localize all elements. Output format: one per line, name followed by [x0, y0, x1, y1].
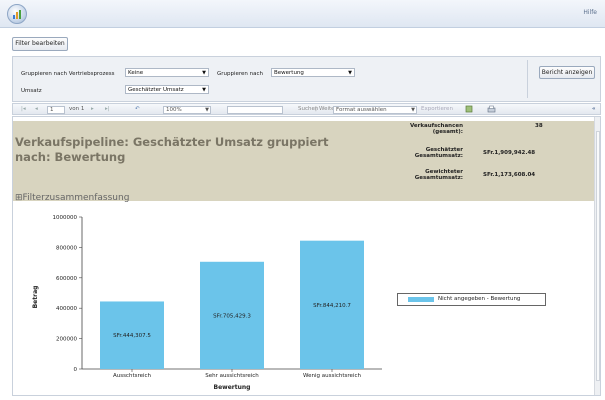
chart-legend: Nicht angegeben - Bewertung	[397, 293, 546, 306]
chevron-down-icon: ▼	[348, 70, 352, 76]
legend-swatch	[408, 297, 434, 302]
show-report-button[interactable]: Bericht anzeigen	[539, 66, 595, 79]
kpi-value: SFr.1,909,942.48	[483, 150, 536, 156]
kpi-value: 38	[535, 123, 543, 129]
filter-summary-toggle[interactable]: ⊞Filterzusammenfassung	[15, 193, 129, 203]
last-page-button[interactable]: ▸|	[105, 106, 110, 113]
next-page-button[interactable]: ▸	[91, 106, 94, 113]
legend-label: Nicht angegeben - Bewertung	[438, 296, 521, 302]
revenue-select[interactable]: Geschätzter Umsatz ▼	[125, 85, 209, 94]
chevron-down-icon: ▼	[411, 107, 415, 113]
revenue-value: Geschätzter Umsatz	[128, 87, 184, 93]
first-page-button[interactable]: |◂	[21, 106, 26, 113]
filter-bar: Filter bearbeiten	[0, 28, 605, 56]
separator: |	[315, 106, 317, 112]
vertical-scrollbar[interactable]	[594, 117, 600, 395]
scrollbar-thumb[interactable]	[596, 131, 600, 381]
group-by-value: Bewertung	[274, 70, 304, 76]
group-by-process-select[interactable]: Keine ▼	[125, 68, 209, 77]
kpi-value: SFr.1,173,608.04	[483, 172, 536, 178]
print-icon[interactable]	[487, 105, 496, 116]
export-format-select[interactable]: Format auswählen ▼	[333, 106, 417, 114]
group-by-process-value: Keine	[128, 70, 144, 76]
edit-filter-button[interactable]: Filter bearbeiten	[12, 37, 68, 51]
kpi-label: Gewichteter Gesamtumsatz:	[414, 169, 463, 181]
report-viewer: Verkaufspipeline: Geschätzter Umsatz gru…	[12, 116, 601, 396]
group-by-label: Gruppieren nach	[217, 71, 264, 77]
app-logo-icon	[7, 4, 27, 24]
divider	[527, 60, 528, 98]
kpi-label: Geschätzter Gesamtumsatz:	[414, 147, 463, 159]
report-title: Verkaufspipeline: Geschätzter Umsatz gru…	[15, 135, 329, 164]
prev-page-button[interactable]: ◂	[35, 106, 38, 113]
report-parameters: Gruppieren nach Vertriebsprozess Keine ▼…	[12, 56, 601, 102]
group-by-select[interactable]: Bewertung ▼	[271, 68, 355, 77]
export-link[interactable]: Exportieren	[421, 106, 453, 113]
kpi-label: Verkaufschancen (gesamt):	[409, 123, 463, 135]
chevron-down-icon: ▼	[205, 107, 209, 113]
zoom-value: 100%	[166, 107, 182, 113]
page-of-text: von 1	[69, 106, 85, 112]
search-input[interactable]	[227, 106, 283, 114]
page-number-input[interactable]: 1	[47, 106, 65, 114]
help-link[interactable]: Hilfe	[583, 9, 597, 16]
chevron-down-icon: ▼	[202, 87, 206, 93]
top-bar: Hilfe	[0, 0, 605, 28]
export-format-value: Format auswählen	[336, 107, 387, 113]
collapse-icon[interactable]: «	[592, 106, 596, 113]
revenue-label: Umsatz	[21, 88, 42, 94]
back-icon[interactable]: ↶	[135, 106, 140, 113]
report-toolbar: |◂ ◂ 1 von 1 ▸ ▸| ↶ 100% ▼ Suchen | Weit…	[12, 103, 601, 115]
refresh-icon[interactable]	[465, 105, 473, 116]
chevron-down-icon: ▼	[202, 70, 206, 76]
report-header: Verkaufspipeline: Geschätzter Umsatz gru…	[13, 121, 597, 203]
group-by-process-label: Gruppieren nach Vertriebsprozess	[21, 71, 115, 77]
zoom-select[interactable]: 100% ▼	[163, 106, 211, 114]
